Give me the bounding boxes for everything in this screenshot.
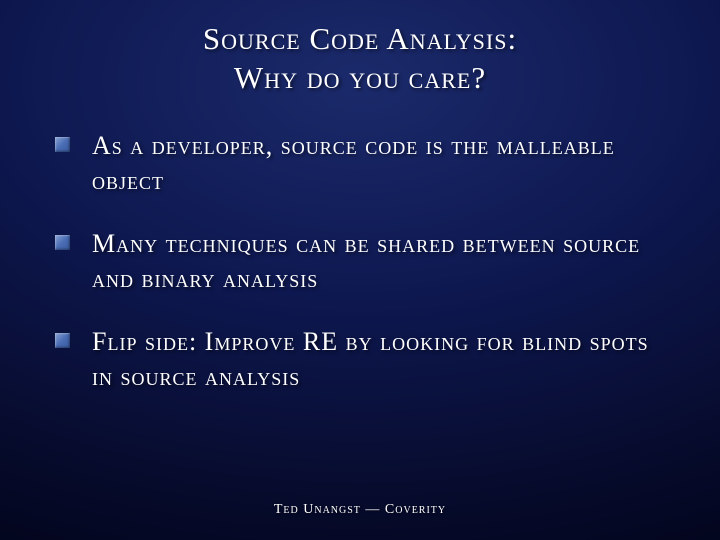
title-line-1: Source Code Analysis: bbox=[0, 20, 720, 59]
slide-footer: Ted Unangst — Coverity bbox=[0, 502, 720, 518]
list-item: Flip side: Improve RE by looking for bli… bbox=[55, 324, 670, 394]
list-item: As a developer, source code is the malle… bbox=[55, 128, 670, 198]
slide-body: As a developer, source code is the malle… bbox=[0, 98, 720, 395]
square-bullet-icon bbox=[55, 235, 70, 250]
list-item: Many techniques can be shared between so… bbox=[55, 226, 670, 296]
square-bullet-icon bbox=[55, 137, 70, 152]
bullet-text: Many techniques can be shared between so… bbox=[92, 226, 670, 296]
title-line-2: Why do you care? bbox=[0, 59, 720, 98]
square-bullet-icon bbox=[55, 333, 70, 348]
bullet-text: As a developer, source code is the malle… bbox=[92, 128, 670, 198]
slide-title: Source Code Analysis: Why do you care? bbox=[0, 0, 720, 98]
bullet-text: Flip side: Improve RE by looking for bli… bbox=[92, 324, 670, 394]
